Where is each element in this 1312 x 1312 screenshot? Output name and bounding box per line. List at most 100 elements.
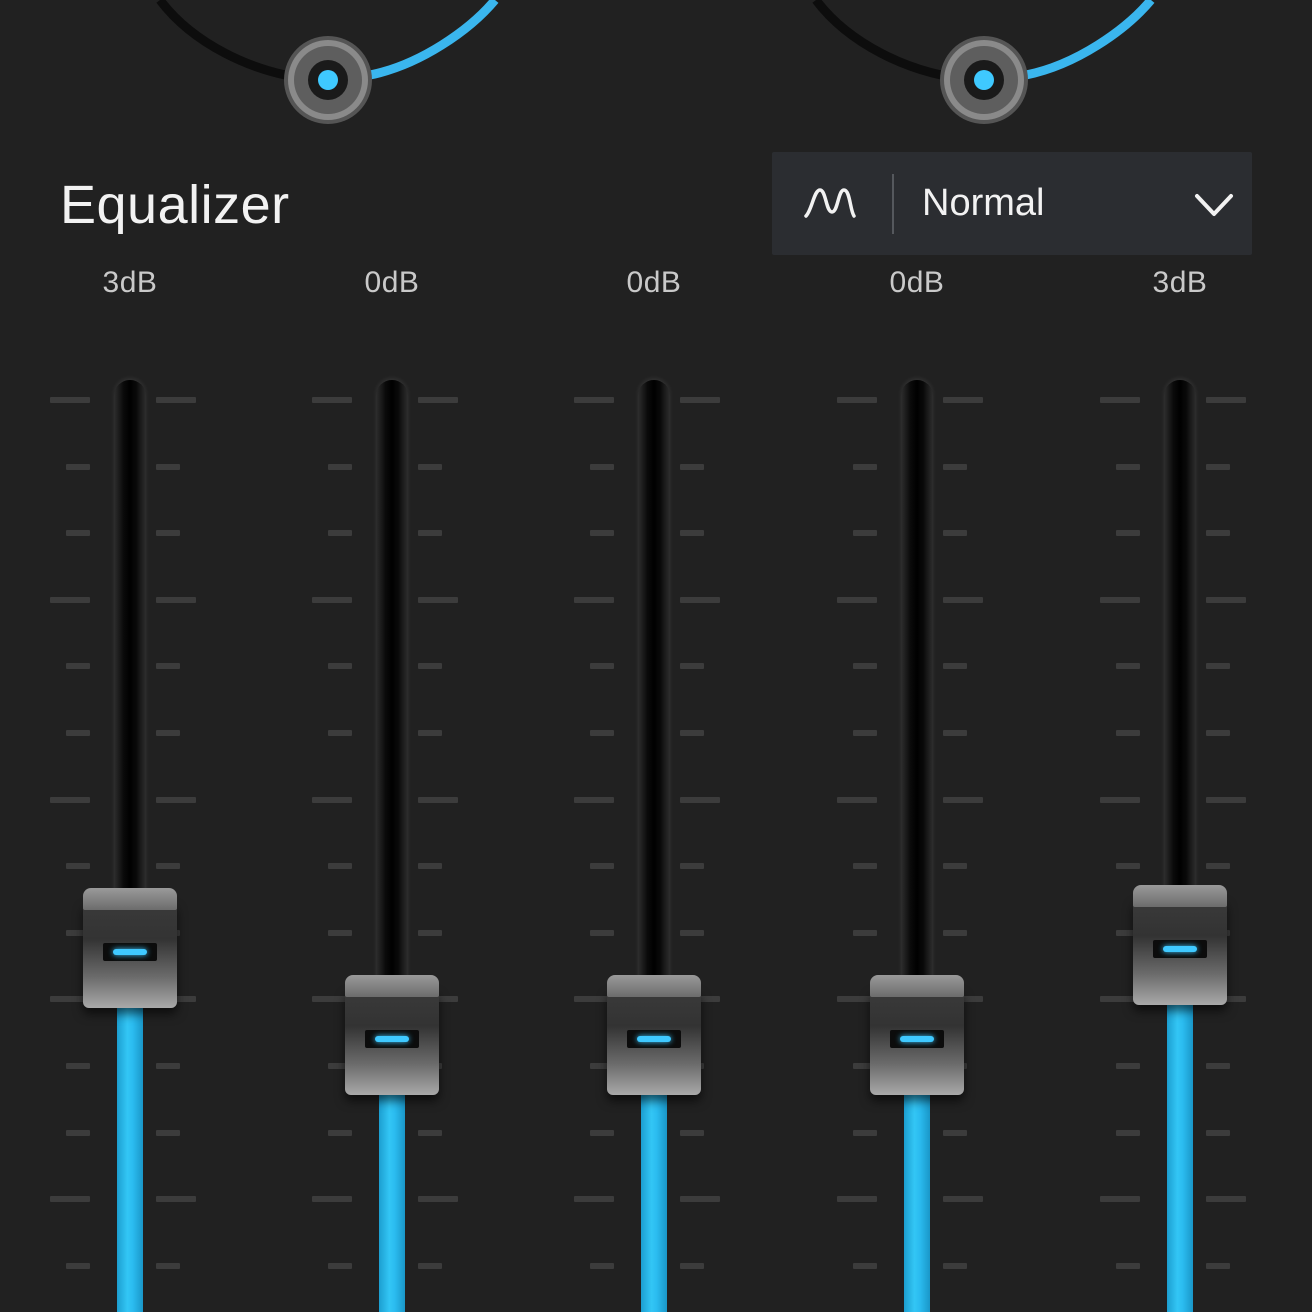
scale-tick [590, 463, 614, 470]
scale-tick [418, 1196, 458, 1203]
scale-tick [418, 1129, 442, 1136]
scale-tick [680, 863, 704, 870]
scale-tick [1206, 530, 1230, 537]
scale-tick [156, 663, 180, 670]
scale-tick [680, 1196, 720, 1203]
slider-fill [904, 1085, 930, 1312]
scale-tick [590, 929, 614, 936]
scale-tick [853, 530, 877, 537]
scale-tick [1116, 663, 1140, 670]
scale-tick [943, 863, 967, 870]
scale-tick [1100, 596, 1140, 603]
scale-tick [312, 796, 352, 803]
scale-tick [66, 1129, 90, 1136]
scale-tick [853, 463, 877, 470]
eq-band-slider[interactable] [312, 0, 472, 1312]
scale-tick [1116, 730, 1140, 736]
scale-tick [156, 1063, 180, 1069]
scale-tick [1206, 397, 1246, 403]
scale-tick [680, 530, 704, 537]
scale-tick [418, 796, 458, 803]
scale-tick [328, 730, 352, 736]
scale-tick [418, 730, 442, 736]
eq-band-slider[interactable] [1100, 0, 1260, 1312]
scale-tick [156, 463, 180, 470]
scale-tick [1206, 796, 1246, 803]
scale-tick [418, 463, 442, 470]
scale-tick [66, 863, 90, 870]
scale-tick [50, 796, 90, 803]
scale-tick [1206, 730, 1230, 736]
scale-tick [574, 596, 614, 603]
scale-tick [680, 663, 704, 670]
scale-tick [680, 596, 720, 603]
scale-tick [328, 663, 352, 670]
slider-track [376, 380, 408, 996]
scale-tick [1100, 796, 1140, 803]
scale-tick [837, 796, 877, 803]
slider-fill [117, 998, 143, 1312]
thumb-indicator-light [900, 1036, 934, 1043]
scale-tick [943, 596, 983, 603]
equalizer-screen: Equalizer Normal 3dB 0dB 0dB 0dB 3dB [0, 0, 1312, 1312]
scale-tick [156, 530, 180, 537]
scale-tick [156, 1262, 180, 1269]
slider-thumb[interactable] [345, 975, 439, 1096]
scale-tick [1116, 1063, 1140, 1069]
scale-tick [418, 663, 442, 670]
scale-tick [590, 1129, 614, 1136]
scale-tick [50, 596, 90, 603]
slider-track [1164, 380, 1196, 906]
scale-tick [418, 596, 458, 603]
slider-thumb[interactable] [83, 888, 177, 1008]
scale-tick [837, 596, 877, 603]
scale-tick [418, 397, 458, 403]
slider-track [114, 380, 146, 908]
thumb-indicator-light [375, 1036, 409, 1043]
thumb-indicator-light [1163, 946, 1197, 953]
scale-tick [1100, 397, 1140, 403]
slider-track [638, 380, 670, 996]
scale-tick [156, 1129, 180, 1136]
scale-tick [943, 730, 967, 736]
slider-track [901, 380, 933, 996]
scale-tick [574, 397, 614, 403]
scale-tick [590, 1262, 614, 1269]
scale-tick [50, 1196, 90, 1203]
scale-tick [66, 530, 90, 537]
scale-tick [418, 929, 442, 936]
scale-tick [328, 530, 352, 537]
slider-thumb[interactable] [870, 975, 964, 1096]
scale-tick [943, 796, 983, 803]
scale-tick [853, 730, 877, 736]
scale-tick [943, 463, 967, 470]
scale-tick [680, 463, 704, 470]
scale-tick [853, 663, 877, 670]
scale-tick [853, 929, 877, 936]
slider-thumb[interactable] [1133, 885, 1227, 1006]
scale-tick [680, 1129, 704, 1136]
eq-band-slider[interactable] [574, 0, 734, 1312]
slider-fill [641, 1085, 667, 1312]
eq-band-slider[interactable] [837, 0, 997, 1312]
scale-tick [1116, 530, 1140, 537]
scale-tick [590, 530, 614, 537]
scale-tick [943, 1262, 967, 1269]
scale-tick [50, 397, 90, 403]
scale-tick [1116, 1129, 1140, 1136]
scale-tick [1116, 463, 1140, 470]
slider-thumb[interactable] [607, 975, 701, 1096]
scale-tick [1206, 663, 1230, 670]
scale-tick [156, 796, 196, 803]
scale-tick [853, 1129, 877, 1136]
eq-band-slider[interactable] [50, 0, 210, 1312]
scale-tick [66, 663, 90, 670]
scale-tick [680, 397, 720, 403]
scale-tick [590, 663, 614, 670]
scale-tick [312, 1196, 352, 1203]
scale-tick [156, 596, 196, 603]
scale-tick [1116, 863, 1140, 870]
scale-tick [1206, 863, 1230, 870]
scale-tick [328, 463, 352, 470]
scale-tick [680, 929, 704, 936]
